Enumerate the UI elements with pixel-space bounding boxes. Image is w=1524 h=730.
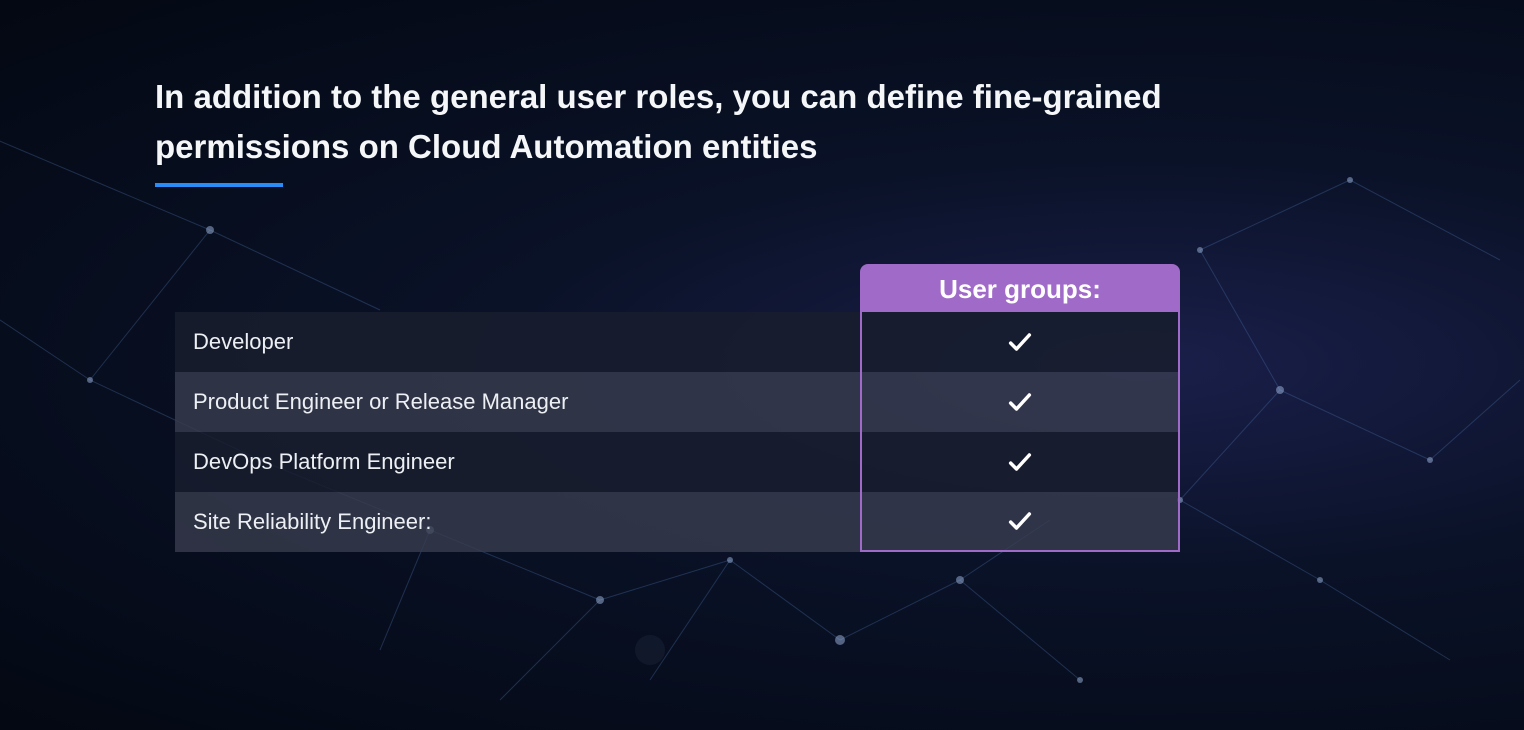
role-label: Product Engineer or Release Manager (175, 372, 860, 432)
table-row: DevOps Platform Engineer (175, 432, 1180, 492)
slide-title: In addition to the general user roles, y… (155, 72, 1205, 171)
table-row: Product Engineer or Release Manager (175, 372, 1180, 432)
check-cell (860, 312, 1180, 372)
check-icon (1006, 328, 1034, 356)
check-cell (860, 432, 1180, 492)
table-header-row: User groups: (175, 264, 1180, 312)
table-row: Developer (175, 312, 1180, 372)
role-label: Site Reliability Engineer: (175, 492, 860, 552)
slide-content: In addition to the general user roles, y… (0, 0, 1524, 552)
check-cell (860, 372, 1180, 432)
table-body: Developer Product Engineer or Release Ma… (175, 312, 1180, 552)
title-underline (155, 183, 283, 187)
check-cell (860, 492, 1180, 552)
check-icon (1006, 448, 1034, 476)
check-icon (1006, 388, 1034, 416)
table-row: Site Reliability Engineer: (175, 492, 1180, 552)
role-label: Developer (175, 312, 860, 372)
column-header-user-groups: User groups: (860, 264, 1180, 312)
column-header-label: User groups: (939, 274, 1101, 305)
permissions-table: User groups: Developer Product Engineer … (175, 264, 1180, 552)
check-icon (1006, 507, 1034, 535)
role-label: DevOps Platform Engineer (175, 432, 860, 492)
